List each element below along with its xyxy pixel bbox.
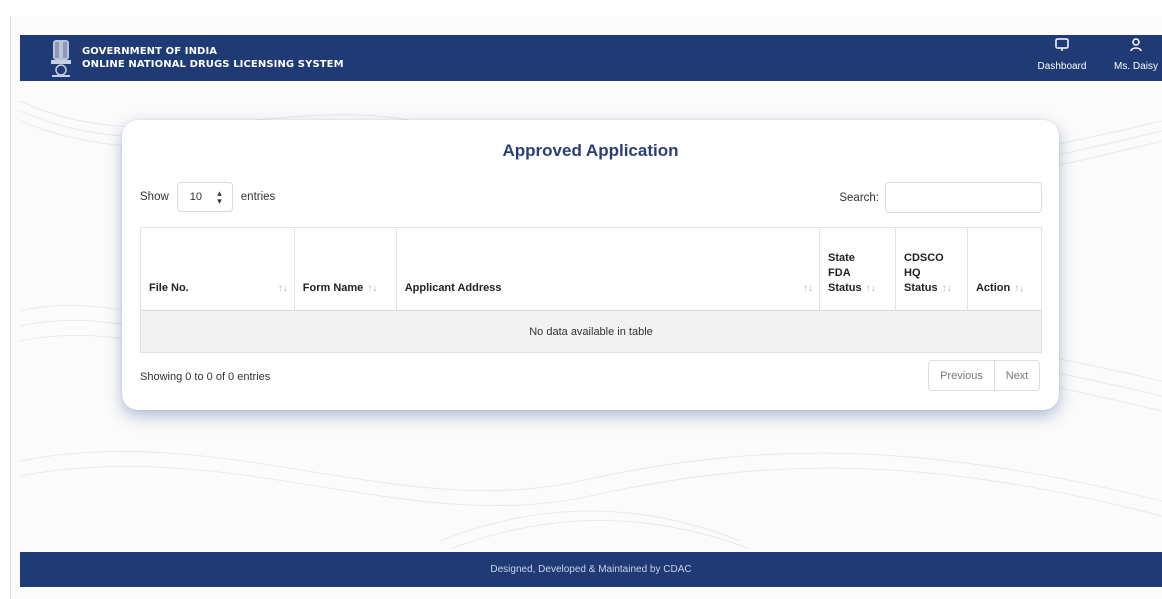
brand-title: GOVERNMENT OF INDIA ONLINE NATIONAL DRUG… bbox=[82, 45, 344, 71]
sort-icon: ↑↓ bbox=[865, 283, 876, 294]
monitor-icon bbox=[1055, 38, 1069, 51]
col-state-fda-line-3: Status bbox=[828, 282, 862, 294]
col-state-fda-status[interactable]: State FDA Status ↑↓ bbox=[819, 227, 896, 311]
col-cdsco-line-1: CDSCO bbox=[904, 252, 944, 264]
sort-icon: ↑↓ bbox=[1014, 283, 1025, 294]
nav-dashboard[interactable]: Dashboard bbox=[1032, 35, 1092, 81]
brand-line-1: GOVERNMENT OF INDIA bbox=[82, 46, 218, 57]
header-nav: Dashboard Ms. Daisy bbox=[1032, 35, 1162, 81]
entries-label: entries bbox=[240, 191, 276, 203]
table-info: Showing 0 to 0 of 0 entries bbox=[140, 371, 271, 383]
col-cdsco-line-3: Status bbox=[904, 282, 938, 294]
sort-icon: ↑↓ bbox=[277, 283, 288, 294]
sort-icon: ↑↓ bbox=[941, 283, 952, 294]
next-button[interactable]: Next bbox=[995, 361, 1039, 390]
sort-icon: ↑↓ bbox=[367, 283, 378, 294]
page-length-select[interactable]: 10 ▴ ▾ bbox=[176, 182, 233, 212]
nav-user-label: Ms. Daisy bbox=[1114, 61, 1158, 72]
previous-button[interactable]: Previous bbox=[929, 361, 995, 390]
applications-table: File No. ↑↓ Form Name ↑↓ Applicant Addres… bbox=[140, 227, 1043, 353]
pagination: Previous Next bbox=[928, 360, 1040, 391]
footer-bar: Designed, Developed & Maintained by CDAC bbox=[20, 552, 1162, 587]
search-control: Search: bbox=[839, 182, 1042, 213]
table-row: No data available in table bbox=[140, 310, 1042, 353]
col-cdsco-hq-status[interactable]: CDSCO HQ Status ↑↓ bbox=[895, 227, 968, 311]
emblem-icon bbox=[46, 36, 76, 80]
col-state-fda-line-2: FDA bbox=[828, 267, 851, 279]
nav-user-profile[interactable]: Ms. Daisy bbox=[1110, 35, 1162, 81]
select-arrows-icon: ▴ ▾ bbox=[217, 188, 222, 206]
footer-credit: Designed, Developed & Maintained by CDAC bbox=[490, 564, 692, 575]
col-file-no-label: File No. bbox=[149, 282, 189, 294]
search-input[interactable] bbox=[885, 182, 1042, 213]
show-label: Show bbox=[140, 191, 169, 203]
search-label: Search: bbox=[839, 191, 879, 204]
nav-dashboard-label: Dashboard bbox=[1037, 61, 1087, 72]
col-action-label: Action bbox=[975, 282, 1011, 294]
page-title: Approved Application bbox=[502, 141, 679, 160]
col-applicant-address-label: Applicant Address bbox=[404, 282, 502, 294]
brand-line-2: ONLINE NATIONAL DRUGS LICENSING SYSTEM bbox=[82, 59, 344, 70]
empty-table-message: No data available in table bbox=[140, 310, 1042, 353]
col-state-fda-line-1: State bbox=[828, 252, 855, 264]
col-form-name-label: Form Name bbox=[302, 282, 364, 294]
col-action[interactable]: Action ↑↓ bbox=[966, 227, 1043, 311]
page-length-value: 10 bbox=[189, 191, 203, 203]
col-applicant-address[interactable]: Applicant Address ↑↓ bbox=[395, 227, 821, 311]
user-icon bbox=[1130, 38, 1142, 52]
table-header-row: File No. ↑↓ Form Name ↑↓ Applicant Addres… bbox=[140, 227, 1043, 311]
col-cdsco-line-2: HQ bbox=[904, 267, 921, 279]
top-header: GOVERNMENT OF INDIA ONLINE NATIONAL DRUG… bbox=[20, 35, 1162, 81]
page-length-control: Show 10 ▴ ▾ entries bbox=[140, 182, 275, 212]
col-file-no[interactable]: File No. ↑↓ bbox=[140, 227, 295, 311]
col-form-name[interactable]: Form Name ↑↓ bbox=[293, 227, 397, 311]
sort-icon: ↑↓ bbox=[803, 283, 814, 294]
